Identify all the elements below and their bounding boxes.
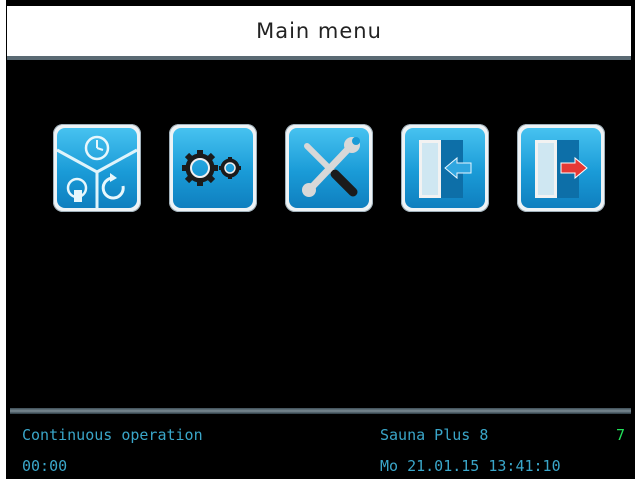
status-separator [10,408,631,414]
settings-button[interactable] [169,124,257,212]
operation-mode: Continuous operation [22,426,203,444]
timer: 00:00 [22,457,68,475]
screen: Main menu Continuous operation Sauna Plu… [0,0,638,479]
level-indicator: 7 [616,426,626,444]
program-clock-icon [57,128,137,208]
program-button[interactable] [53,124,141,212]
main-area [10,64,631,408]
header-bar: Main menu [7,6,631,60]
page-title: Main menu [256,19,382,43]
device-name: Sauna Plus 8 [380,426,489,444]
service-button[interactable] [285,124,373,212]
login-button[interactable] [401,124,489,212]
tools-icon [289,128,369,208]
status-bar: Continuous operation Sauna Plus 8 7 00:0… [10,408,631,479]
menu-icons [53,124,613,214]
logout-button[interactable] [517,124,605,212]
door-exit-icon [521,128,601,208]
date-time: Mo 21.01.15 13:41:10 [380,457,561,475]
gears-icon [173,128,253,208]
door-enter-icon [405,128,485,208]
